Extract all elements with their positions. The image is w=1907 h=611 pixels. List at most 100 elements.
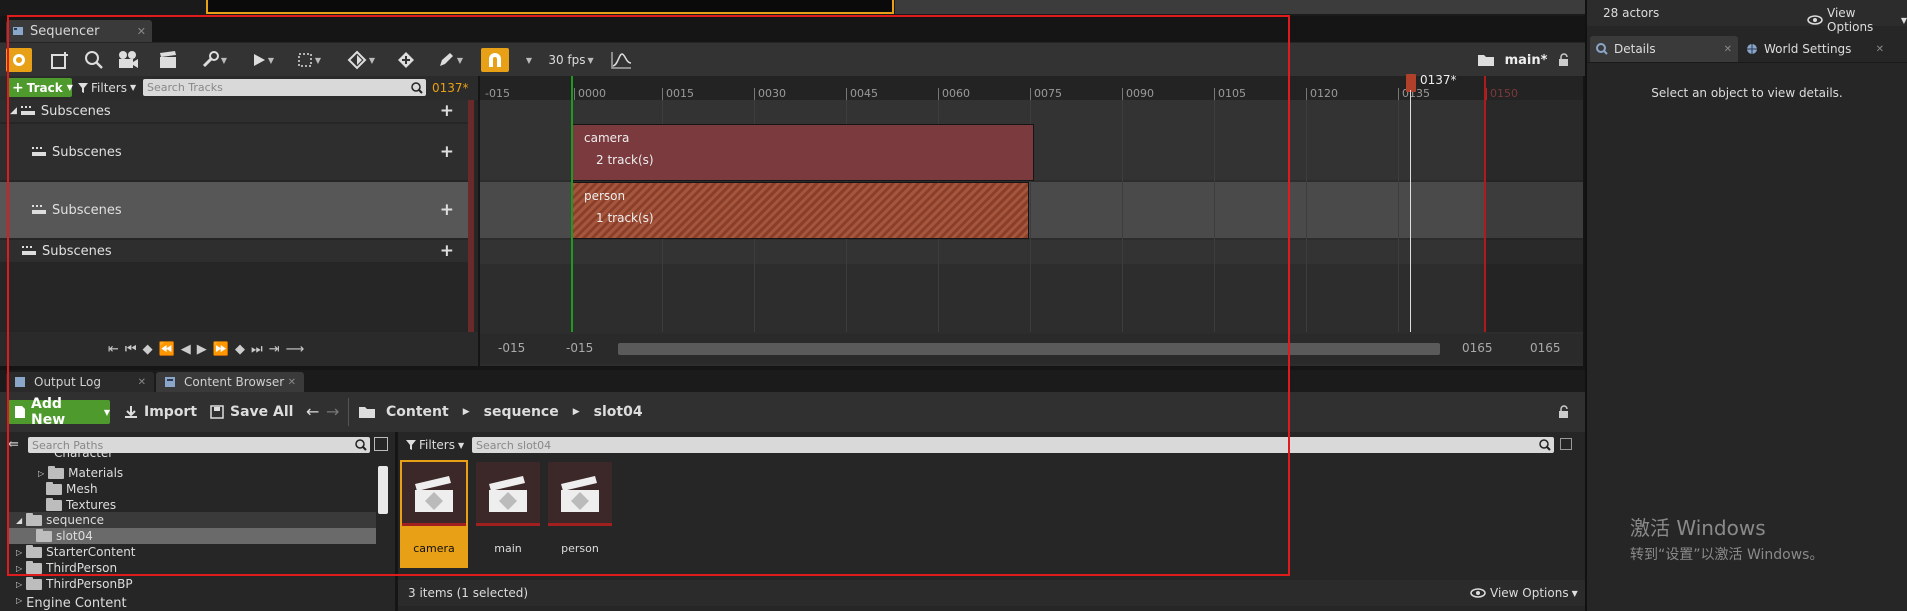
step-forward-key-icon[interactable]: ⏭ <box>251 342 263 357</box>
expand-icon[interactable]: ▷ <box>16 564 22 573</box>
asset-tile[interactable]: person <box>546 462 614 566</box>
auto-key-button[interactable] <box>394 48 418 72</box>
close-icon[interactable]: ✕ <box>137 25 146 38</box>
tree-item[interactable]: ▷ ThirdPerson <box>16 560 117 576</box>
tree-item[interactable]: ▷ StarterContent <box>16 544 136 560</box>
breadcrumb-item[interactable]: sequence <box>484 404 559 420</box>
sources-toggle-icon[interactable]: ⇚ <box>8 437 19 452</box>
panel-splitter[interactable] <box>468 100 474 366</box>
view-list-icon[interactable] <box>374 437 388 451</box>
tree-item[interactable]: Character <box>54 450 113 460</box>
tree-item[interactable]: ▷ Engine Content <box>16 596 127 611</box>
playback-end-marker[interactable] <box>1484 76 1486 332</box>
filters-dropdown[interactable]: Filters ▼ <box>78 78 136 97</box>
current-frame[interactable]: 0137* <box>432 81 469 95</box>
find-button[interactable] <box>82 48 106 72</box>
expand-icon[interactable]: ▷ <box>38 469 44 478</box>
range-scrollbar[interactable] <box>618 343 1440 355</box>
add-new-button[interactable]: Add New ▼ <box>8 396 110 428</box>
lock-button[interactable] <box>1555 48 1573 72</box>
tab-content-browser[interactable]: Content Browser ✕ <box>156 372 304 392</box>
settings-dropdown[interactable]: ▼ <box>196 48 232 72</box>
tab-details[interactable]: Details ✕ <box>1590 36 1738 62</box>
loop-icon[interactable]: ⟶ <box>286 342 305 357</box>
asset-tile[interactable]: main <box>474 462 542 566</box>
sequence-name[interactable]: main* <box>1500 48 1552 72</box>
expand-icon[interactable]: ▷ <box>16 596 22 605</box>
edit-dropdown[interactable]: ▼ <box>432 48 468 72</box>
range-start-inner[interactable]: -015 <box>566 341 593 355</box>
back-arrow-icon[interactable]: ← <box>306 402 319 421</box>
selection-dropdown[interactable]: ▼ <box>292 48 326 72</box>
chevron-right-icon[interactable]: ▶ <box>463 407 470 417</box>
step-back-key-icon[interactable]: ⏮ <box>125 342 137 357</box>
add-subtrack-button[interactable]: + <box>440 101 454 121</box>
tree-item[interactable]: ▷ ThirdPersonBP <box>16 576 133 592</box>
subscene-section-camera[interactable]: camera 2 track(s) <box>572 124 1034 181</box>
collapse-icon[interactable]: ◢ <box>10 106 17 116</box>
add-camera-button[interactable] <box>48 48 72 72</box>
actors-button[interactable] <box>116 48 140 72</box>
viewport-preview[interactable] <box>206 0 894 14</box>
forward-arrow-icon[interactable]: → <box>326 402 339 421</box>
tab-sequencer[interactable]: Sequencer ✕ <box>6 20 152 42</box>
add-subtrack-button[interactable]: + <box>440 142 454 162</box>
tree-item[interactable]: Mesh <box>46 481 98 497</box>
tree-item[interactable]: Textures <box>46 497 116 513</box>
snap-toggle[interactable] <box>481 48 509 72</box>
close-icon[interactable]: ✕ <box>1876 44 1884 55</box>
outliner-view-options-button[interactable]: View Options ▼ <box>1807 6 1907 34</box>
next-key-icon[interactable]: ◆ <box>235 342 245 357</box>
playhead-handle[interactable] <box>1406 74 1416 92</box>
playback-start-marker[interactable] <box>571 76 573 332</box>
open-sequence-button[interactable] <box>1475 48 1497 72</box>
view-options-button[interactable]: View Options ▼ <box>1470 586 1578 600</box>
chevron-right-icon[interactable]: ▶ <box>573 407 580 417</box>
fps-dropdown[interactable]: 30 fps ▼ <box>545 48 597 72</box>
jump-to-start-icon[interactable]: ⇤ <box>108 342 119 357</box>
lock-icon[interactable] <box>1558 405 1570 419</box>
render-movie-button[interactable] <box>156 48 180 72</box>
tree-item[interactable]: ▷ Materials <box>38 465 123 481</box>
step-back-frame-icon[interactable]: ⏪ <box>159 342 175 357</box>
range-end-outer[interactable]: 0165 <box>1530 341 1561 355</box>
world-menu-button[interactable] <box>6 48 32 72</box>
breadcrumb-item[interactable]: slot04 <box>594 404 643 420</box>
range-end-inner[interactable]: 0165 <box>1462 341 1493 355</box>
range-start-outer[interactable]: -015 <box>498 341 525 355</box>
tree-item-selected[interactable]: slot04 <box>8 528 376 544</box>
import-button[interactable]: Import <box>124 402 197 422</box>
play-icon[interactable]: ▶ <box>197 342 207 357</box>
add-subtrack-button[interactable]: + <box>440 200 454 220</box>
add-subtrack-button[interactable]: + <box>440 241 454 261</box>
play-dropdown[interactable]: ▼ <box>246 48 280 72</box>
close-icon[interactable]: ✕ <box>1724 44 1732 55</box>
expand-icon[interactable]: ▷ <box>16 548 22 557</box>
prev-key-icon[interactable]: ◆ <box>143 342 153 357</box>
track-search-input[interactable]: Search Tracks <box>143 79 426 96</box>
play-reverse-icon[interactable]: ◀ <box>181 342 191 357</box>
add-track-button[interactable]: + Track ▼ <box>8 78 73 97</box>
tab-output-log[interactable]: Output Log ✕ <box>6 372 154 392</box>
asset-filters-dropdown[interactable]: Filters ▼ <box>406 437 464 453</box>
tree-item[interactable]: ◢ sequence <box>8 512 376 528</box>
asset-search-input[interactable]: Search slot04 <box>472 437 1554 453</box>
close-icon[interactable]: ✕ <box>288 377 296 388</box>
save-all-button[interactable]: Save All <box>210 402 293 422</box>
track-row[interactable]: Subscenes + <box>0 124 468 180</box>
tab-world-settings[interactable]: World Settings ✕ <box>1740 36 1890 62</box>
close-icon[interactable]: ✕ <box>138 377 146 388</box>
expand-icon[interactable]: ▷ <box>16 580 22 589</box>
snap-dropdown[interactable]: ▼ <box>520 48 536 72</box>
breadcrumb-item[interactable]: Content <box>386 404 449 420</box>
subscene-section-person[interactable]: person 1 track(s) <box>572 182 1029 239</box>
curve-editor-button[interactable] <box>608 48 634 72</box>
track-row[interactable]: ◢ Subscenes + <box>0 100 468 122</box>
asset-tile-selected[interactable]: camera <box>400 460 468 568</box>
track-row[interactable]: Subscenes + <box>0 240 468 262</box>
save-search-icon[interactable] <box>1560 438 1572 450</box>
step-forward-frame-icon[interactable]: ⏩ <box>213 342 229 357</box>
track-row-selected[interactable]: Subscenes + <box>0 182 468 238</box>
tree-scrollbar[interactable] <box>378 466 388 514</box>
key-dropdown[interactable]: ▼ <box>342 48 380 72</box>
